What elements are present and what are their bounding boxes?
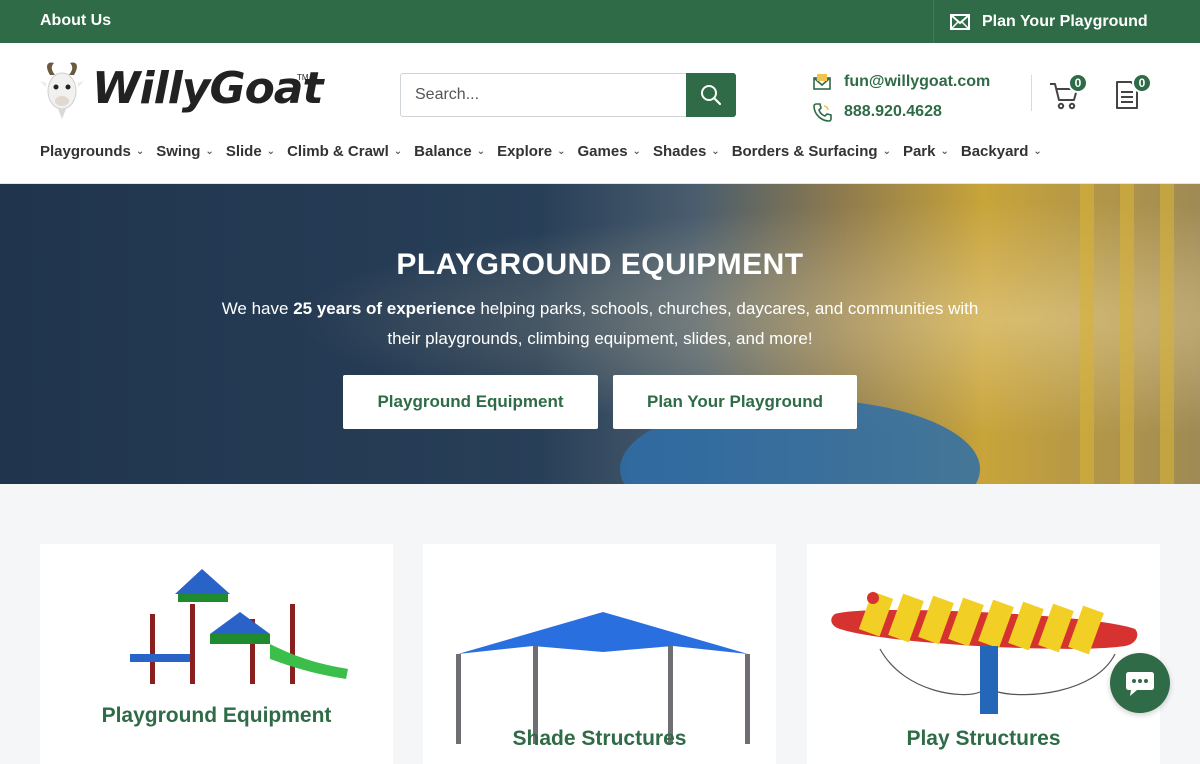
plan-your-playground-link[interactable]: Plan Your Playground: [933, 0, 1200, 43]
mail-icon: [813, 74, 831, 90]
search-box: [400, 73, 736, 117]
chat-widget-button[interactable]: [1110, 653, 1170, 713]
email-link[interactable]: fun@willygoat.com: [844, 73, 990, 91]
logo-wordmark: WillyGoat: [92, 63, 324, 114]
chevron-down-icon: ⌄: [632, 146, 641, 157]
playground-equipment-button[interactable]: Playground Equipment: [343, 375, 598, 429]
category-card-shade-structures[interactable]: Shade Structures: [423, 544, 776, 764]
about-us-link[interactable]: About Us: [40, 12, 111, 30]
chevron-down-icon: ⌄: [1033, 146, 1042, 157]
search-button[interactable]: [686, 73, 736, 117]
site-header: WillyGoat TM fun@willygoat.com 888.: [0, 43, 1200, 184]
nav-label: Balance: [414, 143, 472, 160]
nav-label: Slide: [225, 143, 262, 160]
nav-label: Shades: [652, 143, 707, 160]
xylophone-image: [831, 591, 1138, 714]
category-card-playground-equipment[interactable]: Playground Equipment: [40, 544, 393, 764]
chevron-down-icon: ⌄: [135, 146, 145, 157]
nav-item-explore[interactable]: Explore ⌄: [497, 143, 565, 160]
hero-photo-rail: [1160, 184, 1174, 484]
hero-banner: PLAYGROUND EQUIPMENT We have 25 years of…: [0, 184, 1200, 484]
nav-label: Backyard: [960, 143, 1029, 160]
hero-desc-bold: 25 years of experience: [293, 299, 476, 318]
nav-item-park[interactable]: Park ⌄: [903, 143, 949, 160]
hero-photo-rail: [1080, 184, 1094, 484]
chevron-down-icon: ⌄: [205, 146, 214, 157]
hero-desc-text: We have: [221, 299, 294, 318]
chevron-down-icon: ⌄: [393, 146, 403, 157]
top-bar: About Us Plan Your Playground: [0, 0, 1200, 43]
envelope-icon: [950, 13, 970, 30]
shade-structure-image: [456, 612, 750, 744]
chevron-down-icon: ⌄: [476, 146, 486, 157]
chevron-down-icon: ⌄: [711, 146, 720, 157]
plan-your-playground-label: Plan Your Playground: [982, 12, 1148, 30]
main-nav: Playgrounds ⌄ Swing ⌄ Slide ⌄ Climb & Crawl…: [40, 143, 1054, 160]
hero-description: We have 25 years of experience helping p…: [220, 294, 980, 354]
nav-label: Swing: [156, 143, 201, 160]
search-icon: [701, 85, 722, 106]
hero-photo-rail: [1120, 184, 1134, 484]
chat-icon: [1126, 672, 1154, 696]
nav-item-playgrounds[interactable]: Playgrounds ⌄: [40, 143, 144, 160]
nav-label: Explore: [497, 143, 553, 160]
card-title: Shade Structures: [512, 727, 687, 750]
nav-item-borders-surfacing[interactable]: Borders & Surfacing ⌄: [732, 143, 891, 160]
chevron-down-icon: ⌄: [882, 146, 891, 157]
phone-link[interactable]: 888.920.4628: [844, 103, 942, 121]
nav-label: Park: [902, 143, 936, 160]
nav-label: Climb & Crawl: [287, 143, 389, 160]
nav-item-balance[interactable]: Balance ⌄: [414, 143, 485, 160]
quote-count-badge: 0: [1132, 73, 1152, 93]
chevron-down-icon: ⌄: [557, 146, 566, 157]
search-input[interactable]: [401, 74, 687, 116]
nav-item-games[interactable]: Games ⌄: [578, 143, 641, 160]
phone-row[interactable]: 888.920.4628: [812, 97, 990, 127]
hero-title: PLAYGROUND EQUIPMENT: [396, 248, 804, 281]
willygoat-logo[interactable]: WillyGoat TM: [40, 61, 324, 123]
nav-item-backyard[interactable]: Backyard ⌄: [961, 143, 1042, 160]
contact-info: fun@willygoat.com 888.920.4628: [812, 67, 990, 127]
nav-item-slide[interactable]: Slide ⌄: [226, 143, 275, 160]
category-card-play-structures[interactable]: Play Structures: [807, 544, 1160, 764]
header-divider: [1031, 75, 1032, 111]
plan-your-playground-button[interactable]: Plan Your Playground: [613, 375, 857, 429]
chevron-down-icon: ⌄: [266, 146, 276, 157]
cart-count-badge: 0: [1068, 73, 1088, 93]
goat-mascot-icon: [40, 62, 84, 119]
nav-label: Playgrounds: [40, 143, 131, 160]
phone-icon: [813, 103, 832, 122]
email-row[interactable]: fun@willygoat.com: [812, 67, 990, 97]
nav-label: Borders & Surfacing: [731, 143, 878, 160]
hero-desc-text: helping parks, schools, churches, daycar…: [387, 299, 979, 348]
card-title: Playground Equipment: [101, 704, 332, 727]
nav-item-climb-crawl[interactable]: Climb & Crawl ⌄: [287, 143, 402, 160]
chevron-down-icon: ⌄: [940, 146, 949, 157]
card-title: Play Structures: [906, 727, 1061, 750]
trademark-mark: TM: [297, 73, 309, 82]
quote-list-button[interactable]: 0: [1112, 73, 1152, 113]
nav-item-swing[interactable]: Swing ⌄: [156, 143, 214, 160]
nav-label: Games: [577, 143, 628, 160]
nav-item-shades[interactable]: Shades ⌄: [653, 143, 720, 160]
playground-structure-image: [90, 569, 350, 714]
cart-button[interactable]: 0: [1048, 73, 1088, 113]
